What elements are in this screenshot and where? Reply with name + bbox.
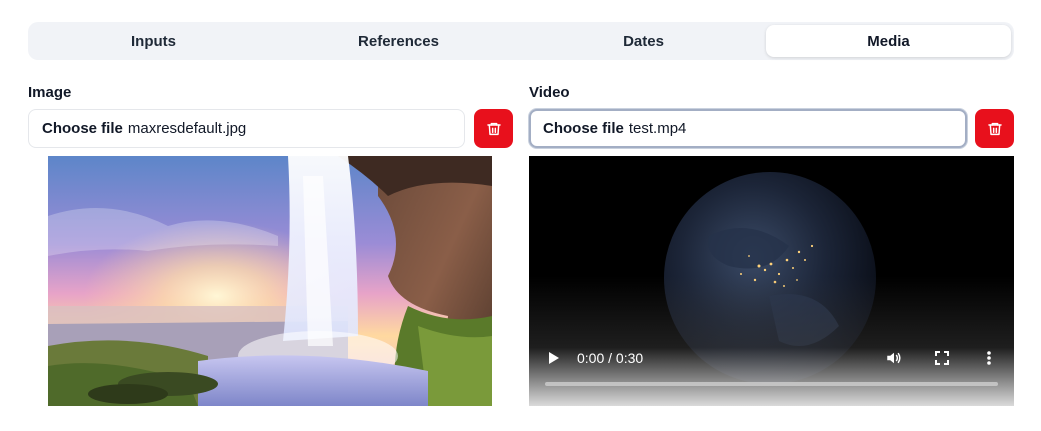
video-file-input[interactable]: Choose file test.mp4: [529, 109, 967, 148]
video-controls-gradient: [529, 276, 1014, 406]
volume-icon[interactable]: [885, 349, 903, 367]
tab-media[interactable]: Media: [766, 25, 1011, 57]
image-preview: [48, 156, 492, 406]
delete-video-button[interactable]: [975, 109, 1014, 148]
more-options-icon[interactable]: [985, 350, 993, 366]
video-file-name: test.mp4: [628, 120, 687, 137]
video-progress-bar[interactable]: [545, 382, 998, 386]
trash-icon: [987, 122, 1002, 135]
video-player[interactable]: 0:00 / 0:30: [529, 156, 1014, 406]
image-label: Image: [28, 84, 72, 101]
video-time: 0:00 / 0:30: [577, 350, 644, 366]
delete-image-button[interactable]: [474, 109, 513, 148]
image-choose-file-button[interactable]: Choose file: [42, 120, 123, 137]
waterfall-image: [48, 156, 492, 406]
tab-references[interactable]: References: [276, 25, 521, 57]
tab-dates[interactable]: Dates: [521, 25, 766, 57]
tab-inputs[interactable]: Inputs: [31, 25, 276, 57]
video-label: Video: [529, 84, 570, 101]
image-file-input[interactable]: Choose file maxresdefault.jpg: [28, 109, 465, 148]
play-icon[interactable]: [547, 351, 561, 365]
fullscreen-icon[interactable]: [934, 350, 950, 366]
trash-icon: [486, 122, 501, 135]
tab-bar: Inputs References Dates Media: [28, 22, 1014, 60]
image-file-name: maxresdefault.jpg: [127, 120, 247, 137]
video-choose-file-button[interactable]: Choose file: [543, 120, 624, 137]
